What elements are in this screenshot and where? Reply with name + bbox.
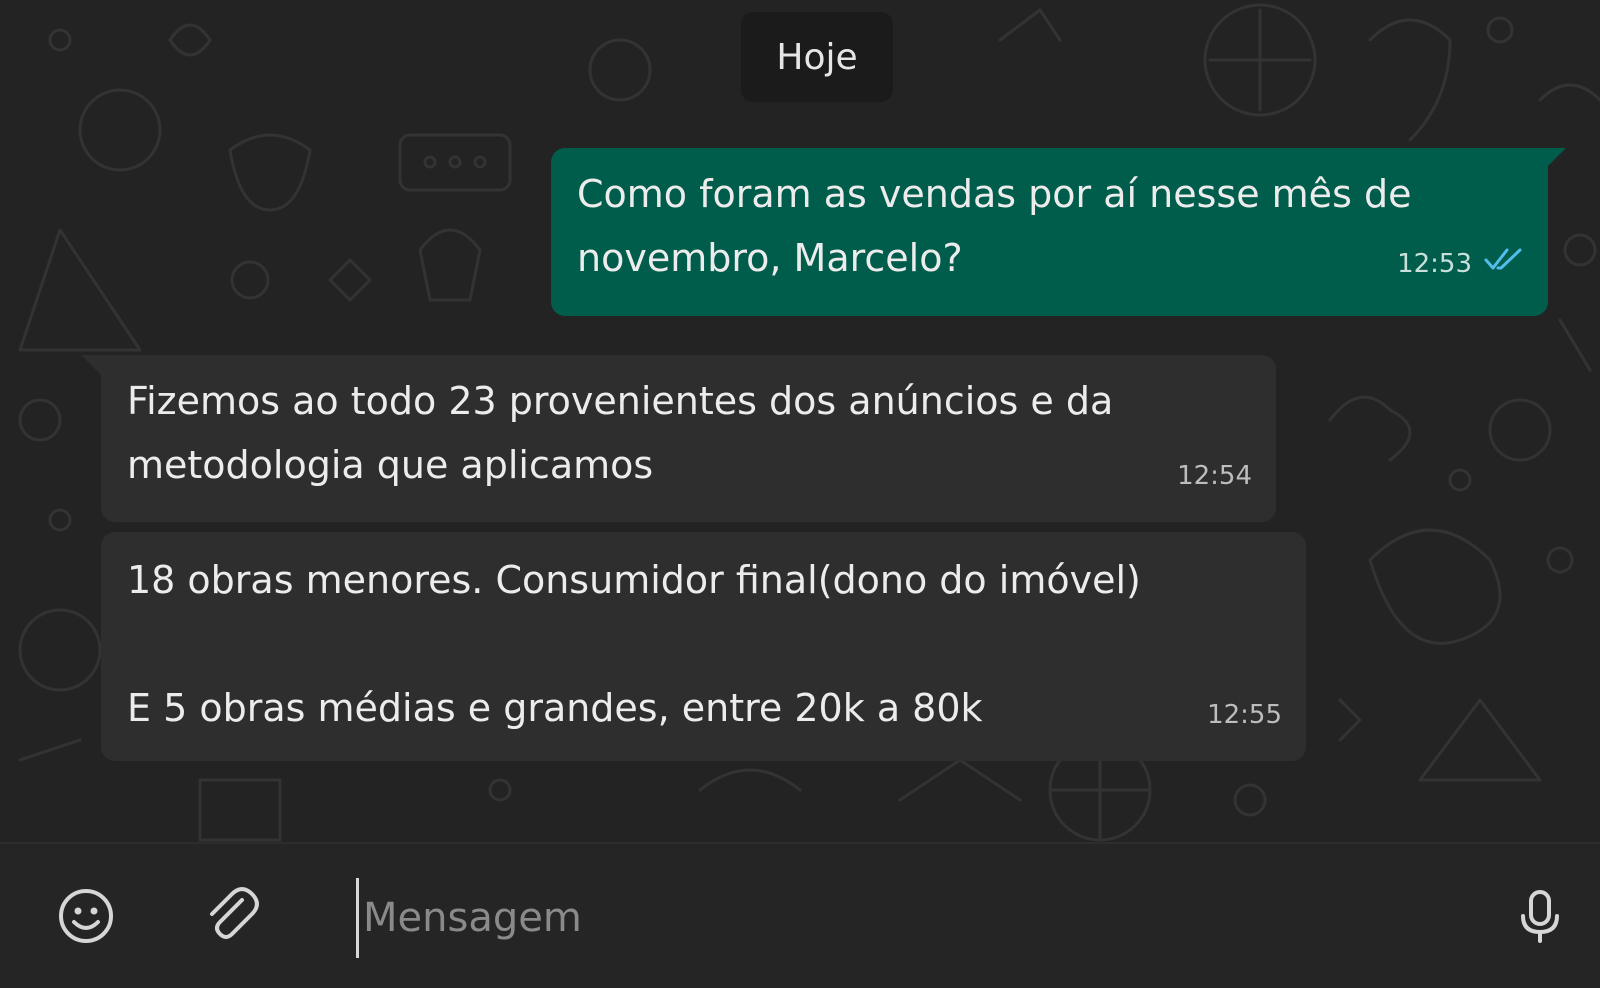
message-time: 12:53 [1397, 249, 1472, 279]
paperclip-icon [202, 886, 262, 950]
message-meta: 12:54 [1177, 444, 1252, 508]
message-meta: 12:55 [1207, 683, 1282, 747]
chat-panel: Hoje Como foram as vendas por aí nesse m… [0, 0, 1600, 842]
attach-button[interactable] [200, 886, 264, 950]
emoji-button[interactable] [54, 886, 118, 950]
message-input[interactable] [356, 878, 1436, 958]
voice-message-button[interactable] [1508, 886, 1572, 950]
date-separator-label: Hoje [776, 36, 858, 78]
message-bubble-outgoing[interactable]: Como foram as vendas por aí nesse mês de… [551, 148, 1566, 316]
message-text: Como foram as vendas por aí nesse mês de… [577, 172, 1412, 280]
message-text: 18 obras menores. Consumidor final(dono … [127, 558, 1141, 730]
message-text: Fizemos ao todo 23 provenientes dos anún… [127, 379, 1114, 487]
message-composer [0, 842, 1600, 988]
microphone-icon [1510, 886, 1570, 950]
message-time: 12:55 [1207, 700, 1282, 730]
message-time: 12:54 [1177, 461, 1252, 491]
message-bubble-incoming[interactable]: Fizemos ao todo 23 provenientes dos anún… [81, 355, 1276, 522]
message-bubble-incoming[interactable]: 18 obras menores. Consumidor final(dono … [101, 532, 1306, 761]
message-meta: 12:53 [1397, 232, 1524, 296]
date-separator: Hoje [741, 12, 893, 102]
double-check-icon [1484, 232, 1524, 296]
emoji-icon [56, 886, 116, 950]
